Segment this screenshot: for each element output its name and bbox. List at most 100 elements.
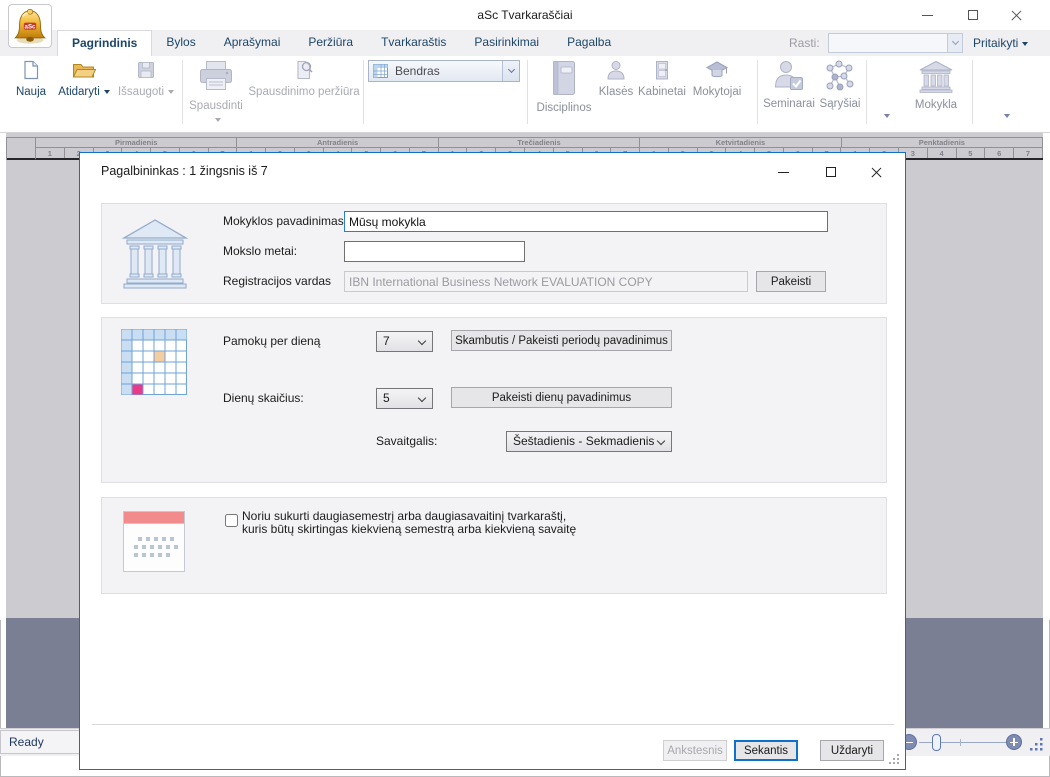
dialog-minimize-button[interactable]	[768, 161, 798, 183]
previous-button: Ankstesnis	[663, 740, 727, 761]
save-floppy-icon	[136, 60, 156, 80]
tab-pagalba[interactable]: Pagalba	[553, 30, 625, 56]
zoom-slider-tick	[960, 739, 961, 746]
school-year-input[interactable]	[344, 241, 525, 262]
tab-aprašymai[interactable]: Aprašymai	[210, 30, 295, 56]
tt-period-header: 1	[36, 148, 65, 158]
school-building-icon	[121, 217, 189, 289]
tt-day-row: PirmadienisAntradienisTrečiadienisKetvir…	[36, 137, 1043, 148]
minimize-icon	[922, 15, 933, 16]
days-count-label: Dienų skaičius:	[223, 391, 304, 405]
timetable-corner-cell	[7, 137, 36, 160]
subjects-label: Disciplinos	[532, 102, 596, 115]
bells-button[interactable]: Skambutis / Pakeisti periodų pavadinimus	[451, 330, 672, 351]
open-button[interactable]: Atidaryti	[54, 60, 114, 99]
print-preview-label: Spausdinimo peržiūra	[248, 86, 360, 99]
window-resize-grip-icon[interactable]	[1028, 736, 1044, 752]
school-name-label: Mokyklos pavadinimas :	[223, 214, 350, 228]
dialog-resize-grip-icon[interactable]	[888, 753, 900, 765]
find-label: Rasti:	[789, 33, 820, 53]
relations-label: Sąryšiai	[817, 98, 863, 111]
wizard-dialog: Pagalbininkas : 1 žingsnis iš 7 Mokyklos…	[79, 152, 906, 770]
dialog-maximize-button[interactable]	[816, 161, 846, 183]
classes-button[interactable]: Klasės	[596, 60, 636, 99]
status-text: Ready	[9, 735, 44, 749]
maximize-button[interactable]	[950, 0, 996, 30]
seminars-button[interactable]: Seminarai	[760, 60, 818, 111]
ribbon-tab-row: PagrindinisBylosAprašymaiPeržiūraTvarkar…	[0, 30, 1050, 56]
lessons-per-day-value: 7	[383, 334, 390, 348]
open-folder-icon	[72, 60, 96, 80]
print-preview-icon	[294, 60, 314, 80]
zoom-in-button[interactable]	[1006, 734, 1022, 750]
seminars-label: Seminarai	[760, 98, 818, 111]
table-view-icon	[373, 64, 388, 78]
find-input[interactable]	[828, 33, 963, 53]
tt-period-header: 7	[1014, 148, 1043, 158]
next-button[interactable]: Sekantis	[734, 740, 798, 761]
dialog-close-footer-button[interactable]: Uždaryti	[820, 740, 884, 761]
subjects-button[interactable]: Disciplinos	[532, 60, 596, 115]
rename-days-button[interactable]: Pakeisti dienų pavadinimus	[451, 387, 672, 408]
multi-term-checkbox[interactable]	[225, 514, 238, 527]
print-preview-button[interactable]: Spausdinimo peržiūra	[248, 60, 360, 99]
school-year-label: Mokslo metai:	[223, 244, 297, 258]
close-icon	[870, 166, 883, 179]
more-options-icon[interactable]	[1004, 114, 1010, 118]
calendar-icon	[121, 509, 187, 575]
relations-button[interactable]: Sąryšiai	[817, 60, 863, 111]
bell-icon: aSc	[11, 6, 49, 46]
maximize-icon	[826, 167, 836, 177]
ribbon-separator	[866, 60, 867, 124]
svg-text:aSc: aSc	[25, 23, 37, 30]
save-button[interactable]: Išsaugoti	[114, 60, 178, 99]
tt-day-header: Antradienis	[237, 138, 438, 148]
classrooms-button[interactable]: Kabinetai	[636, 60, 688, 99]
days-count-value: 5	[383, 391, 390, 405]
minimize-button[interactable]	[904, 0, 950, 30]
view-select-value: Bendras	[395, 61, 440, 81]
tt-period-header: 4	[928, 148, 957, 158]
app-window: aSc Tvarkaraščiai aSc PagrindinisBylosAp…	[0, 0, 1050, 777]
tab-peržiūra[interactable]: Peržiūra	[294, 30, 367, 56]
chevron-down-icon	[508, 66, 515, 73]
lessons-per-day-select[interactable]: 7	[376, 331, 433, 352]
open-dropdown-icon	[104, 90, 110, 94]
more-options-icon[interactable]	[884, 114, 890, 118]
find-dropdown-button[interactable]	[947, 34, 962, 52]
weekend-value: Šeštadienis - Sekmadienis	[513, 434, 654, 448]
teachers-label: Mokytojai	[688, 86, 746, 99]
weekend-select[interactable]: Šeštadienis - Sekmadienis	[506, 431, 672, 452]
tt-period-header: 5	[957, 148, 986, 158]
ribbon-separator	[363, 60, 364, 124]
person-icon	[606, 60, 626, 80]
app-logo-bell-icon[interactable]: aSc	[8, 4, 52, 48]
view-select-dropdown[interactable]	[502, 61, 519, 81]
view-select[interactable]: Bendras	[368, 60, 520, 82]
print-label: Spausdinti	[186, 100, 246, 113]
maximize-icon	[968, 10, 978, 20]
registration-input	[344, 271, 748, 292]
tab-tvarkaraštis[interactable]: Tvarkaraštis	[367, 30, 460, 56]
tab-bylos[interactable]: Bylos	[152, 30, 209, 56]
school-label: Mokykla	[908, 99, 964, 112]
new-label: Nauja	[8, 86, 54, 99]
school-name-input[interactable]	[344, 211, 828, 232]
tab-pasirinkimai[interactable]: Pasirinkimai	[460, 30, 553, 56]
close-button[interactable]	[993, 0, 1039, 30]
printer-icon	[198, 60, 234, 94]
new-button[interactable]: Nauja	[8, 60, 54, 99]
dialog-close-button[interactable]	[861, 161, 891, 183]
apply-button[interactable]: Pritaikyti	[973, 33, 1028, 53]
change-registration-button[interactable]: Pakeisti	[756, 271, 826, 292]
days-count-select[interactable]: 5	[376, 388, 433, 409]
footer-separator	[92, 724, 894, 725]
tab-pagrindinis[interactable]: Pagrindinis	[57, 30, 152, 56]
teachers-button[interactable]: Mokytojai	[688, 60, 746, 99]
zoom-slider-thumb[interactable]	[932, 734, 941, 751]
tab-strip: PagrindinisBylosAprašymaiPeržiūraTvarkar…	[57, 30, 625, 56]
school-button[interactable]: Mokykla	[908, 60, 964, 112]
person-check-icon	[774, 60, 804, 92]
door-icon	[654, 60, 670, 80]
print-button[interactable]: Spausdinti	[186, 60, 246, 126]
